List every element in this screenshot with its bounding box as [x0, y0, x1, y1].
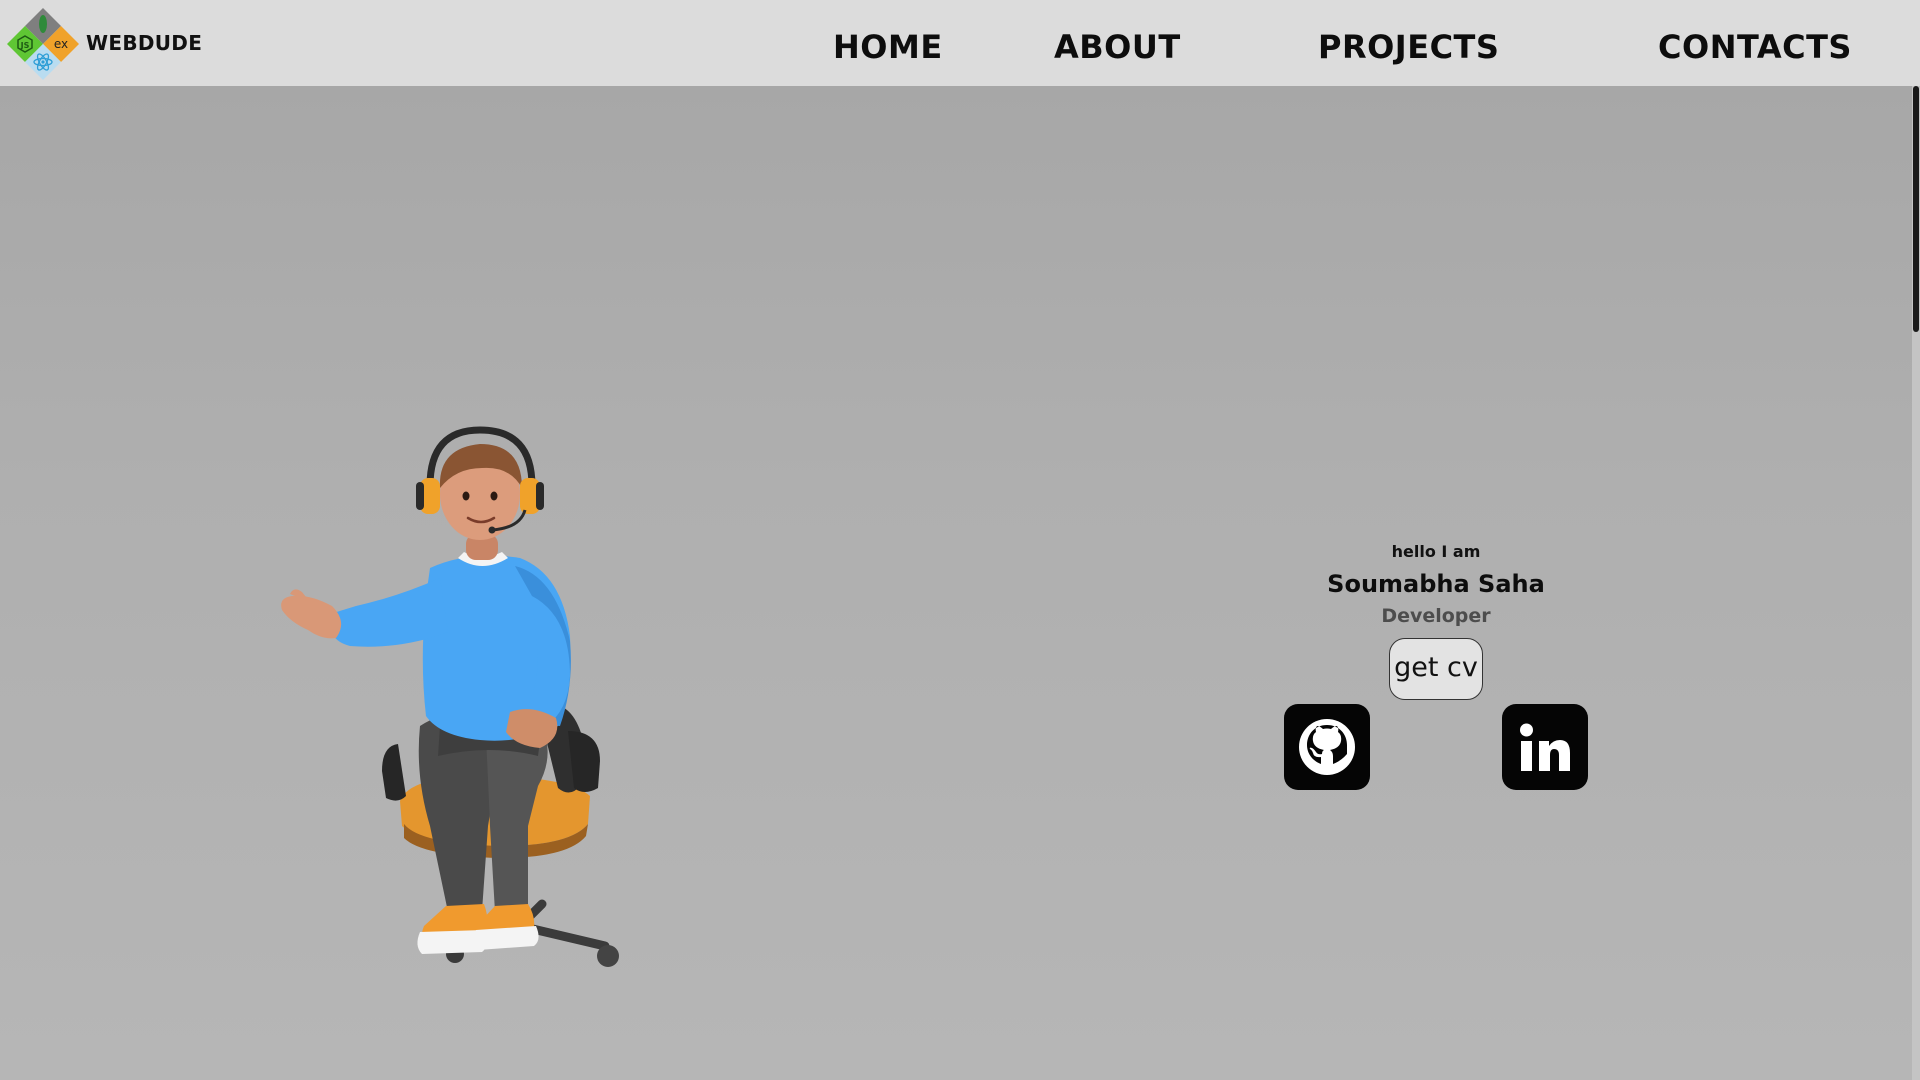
nav-link-contacts[interactable]: CONTACTS — [1658, 27, 1852, 67]
developer-avatar-illustration — [281, 426, 619, 967]
get-cv-button[interactable]: get cv — [1389, 638, 1483, 700]
js-logo-text: JS — [20, 41, 30, 50]
navbar: JS ex WEBDUDE HOME ABOUT PROJECTS CONTAC… — [0, 0, 1920, 86]
page-scrollbar[interactable] — [1912, 86, 1920, 1080]
github-link[interactable] — [1284, 704, 1370, 790]
developer-name: Soumabha Saha — [1327, 570, 1545, 598]
brand-name: WEBDUDE — [86, 31, 203, 55]
express-logo-text: ex — [54, 37, 68, 51]
linkedin-link[interactable] — [1502, 704, 1588, 790]
greeting-text: hello I am — [1391, 542, 1481, 561]
scrollbar-thumb[interactable] — [1913, 86, 1919, 332]
developer-role: Developer — [1381, 605, 1491, 627]
brand[interactable]: JS ex WEBDUDE — [6, 6, 202, 80]
intro-block: hello I am Soumabha Saha Developer get c… — [1236, 541, 1636, 700]
tech-stack-logo-icon: JS ex — [7, 8, 79, 80]
linkedin-icon — [1520, 723, 1570, 771]
nav-link-home[interactable]: HOME — [833, 27, 943, 67]
hero-section: hello I am Soumabha Saha Developer get c… — [0, 86, 1920, 1080]
nav-link-about[interactable]: ABOUT — [1054, 27, 1181, 67]
nav-link-projects[interactable]: PROJECTS — [1318, 27, 1499, 67]
github-icon — [1299, 719, 1355, 775]
